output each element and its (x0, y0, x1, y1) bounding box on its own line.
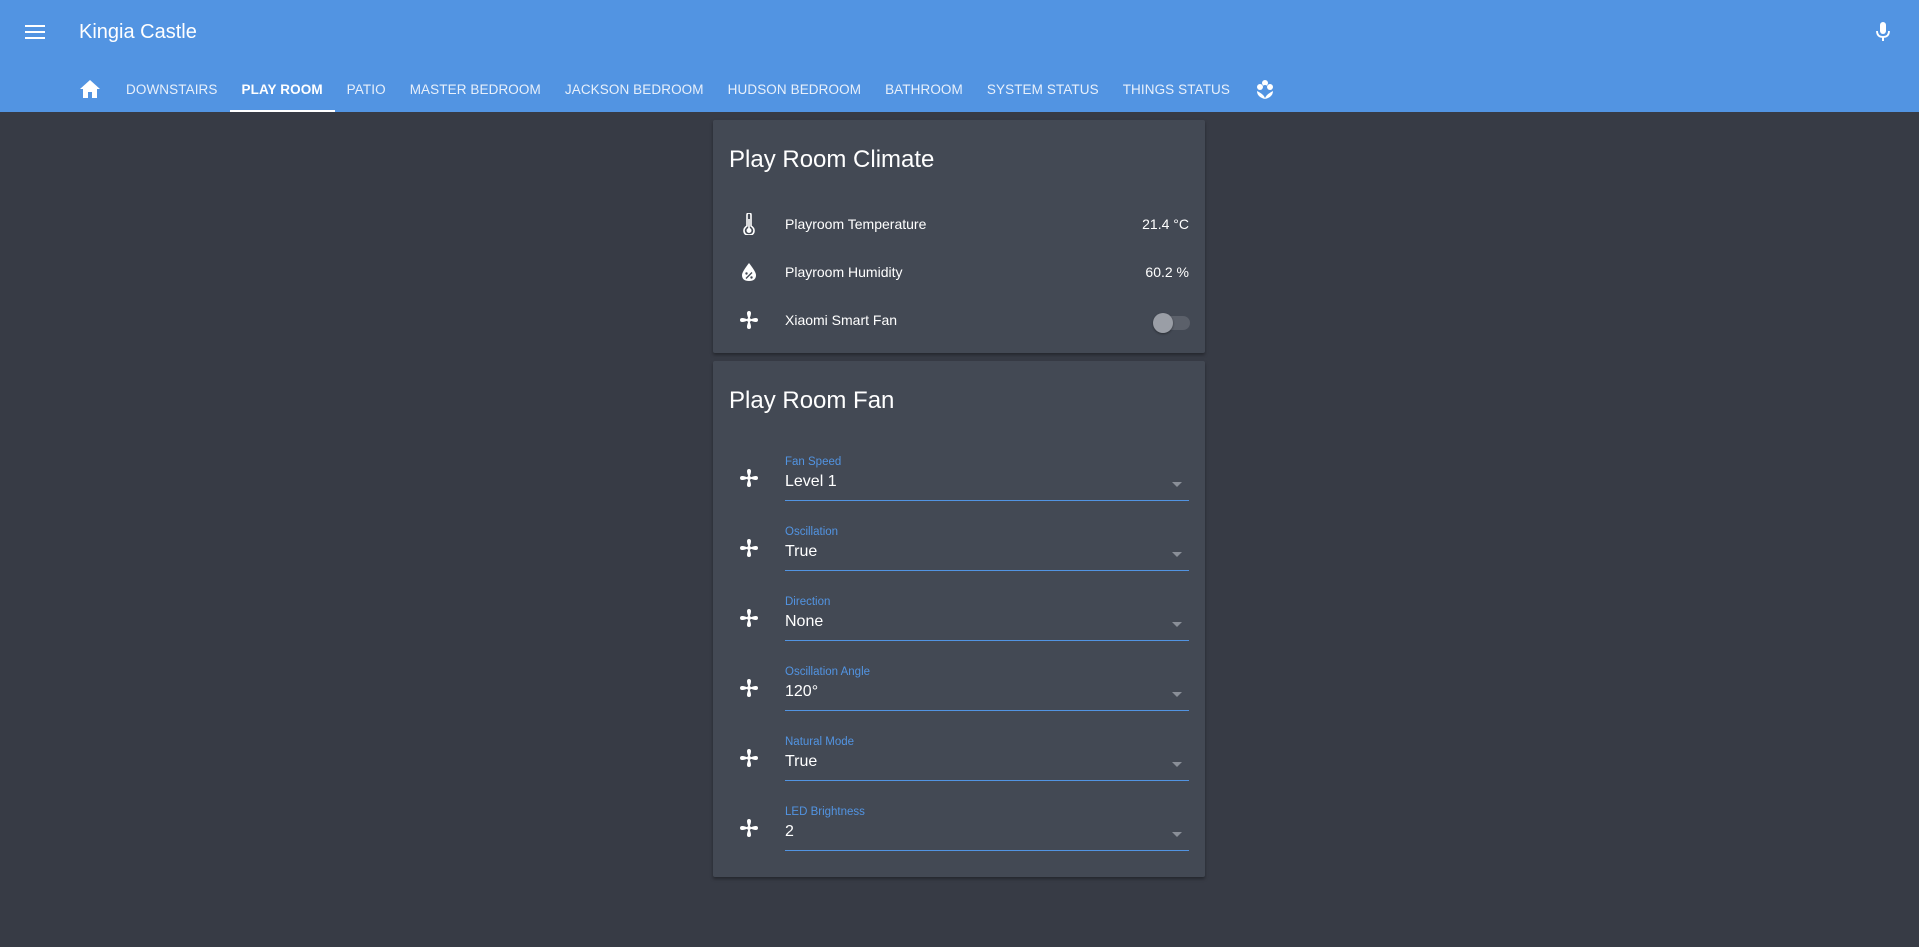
select-value: Level 1 (785, 472, 837, 490)
fan-icon (729, 598, 769, 638)
climate-card: Play Room Climate Playroom Temperature 2… (713, 120, 1205, 353)
tab-jackson-bedroom[interactable]: JACKSON BEDROOM (553, 66, 716, 112)
tab-downstairs[interactable]: DOWNSTAIRS (114, 66, 230, 112)
entity-row-humidity[interactable]: Playroom Humidity 60.2 % (713, 248, 1205, 296)
entity-state: 21.4 °C (1142, 216, 1189, 232)
select-label: Fan Speed (785, 455, 842, 468)
select-label: LED Brightness (785, 805, 865, 818)
dropdown-arrow-icon (1172, 831, 1182, 837)
tab-patio[interactable]: PATIO (335, 66, 398, 112)
tab-play-room[interactable]: PLAY ROOM (229, 66, 335, 112)
dropdown-arrow-icon (1172, 761, 1182, 767)
app-title: Kingia Castle (79, 21, 197, 43)
natural-mode-select[interactable]: Natural Mode True (785, 736, 1189, 781)
app-header: Kingia Castle DOWNSTAIRS PLAY ROOM PATIO… (0, 0, 1919, 112)
dropdown-arrow-icon (1172, 551, 1182, 557)
home-icon (80, 80, 100, 98)
select-value: None (785, 612, 824, 630)
dashboard-column: Play Room Climate Playroom Temperature 2… (713, 120, 1205, 885)
oscillation-select[interactable]: Oscillation True (785, 526, 1189, 571)
select-label: Natural Mode (785, 735, 855, 748)
select-value: True (785, 752, 818, 770)
fan-icon (729, 738, 769, 778)
fan-icon (729, 808, 769, 848)
water-percent-icon (729, 252, 769, 292)
led-brightness-select[interactable]: LED Brightness 2 (785, 806, 1189, 851)
toggle-thumb (1153, 313, 1173, 333)
entity-name: Playroom Humidity (785, 264, 903, 280)
menu-icon (25, 25, 45, 39)
fan-card: Play Room Fan Fan Speed Level 1 Oscillat… (713, 361, 1205, 877)
thermometer-icon (729, 204, 769, 244)
direction-select[interactable]: Direction None (785, 596, 1189, 641)
flower-icon (1257, 80, 1273, 99)
tab-bathroom[interactable]: BATHROOM (873, 66, 975, 112)
card-title: Play Room Climate (729, 146, 935, 173)
fan-icon (729, 300, 769, 340)
select-value: True (785, 542, 818, 560)
fan-toggle-switch[interactable] (1153, 310, 1190, 333)
select-value: 2 (785, 822, 794, 840)
microphone-icon (1876, 22, 1890, 41)
select-label: Oscillation Angle (785, 665, 871, 678)
entity-name: Xiaomi Smart Fan (785, 312, 898, 328)
oscillation-angle-select[interactable]: Oscillation Angle 120° (785, 666, 1189, 711)
dropdown-arrow-icon (1172, 621, 1182, 627)
tab-things-status[interactable]: THINGS STATUS (1111, 66, 1242, 112)
fan-icon (729, 668, 769, 708)
fan-icon (729, 528, 769, 568)
entity-row-smart-fan: Xiaomi Smart Fan (713, 296, 1205, 344)
fan-icon (729, 458, 769, 498)
tab-garden[interactable] (1242, 66, 1288, 112)
select-row-led-brightness: LED Brightness 2 (713, 793, 1205, 863)
select-row-fan-speed: Fan Speed Level 1 (713, 443, 1205, 513)
tab-home[interactable] (66, 66, 114, 112)
view-tabs: DOWNSTAIRS PLAY ROOM PATIO MASTER BEDROO… (66, 66, 1288, 112)
tab-system-status[interactable]: SYSTEM STATUS (975, 66, 1111, 112)
tab-hudson-bedroom[interactable]: HUDSON BEDROOM (716, 66, 873, 112)
entity-row-temperature[interactable]: Playroom Temperature 21.4 °C (713, 200, 1205, 248)
select-row-oscillation: Oscillation True (713, 513, 1205, 583)
menu-button[interactable] (20, 19, 50, 45)
select-row-oscillation-angle: Oscillation Angle 120° (713, 653, 1205, 723)
select-row-direction: Direction None (713, 583, 1205, 653)
card-title: Play Room Fan (729, 387, 895, 414)
entity-state: 60.2 % (1145, 264, 1189, 280)
dropdown-arrow-icon (1172, 481, 1182, 487)
select-label: Direction (785, 595, 831, 608)
select-value: 120° (785, 682, 819, 700)
fan-speed-select[interactable]: Fan Speed Level 1 (785, 456, 1189, 501)
tab-master-bedroom[interactable]: MASTER BEDROOM (398, 66, 553, 112)
entity-name: Playroom Temperature (785, 216, 927, 232)
select-row-natural-mode: Natural Mode True (713, 723, 1205, 793)
select-label: Oscillation (785, 525, 839, 538)
dropdown-arrow-icon (1172, 691, 1182, 697)
voice-command-button[interactable] (1870, 18, 1896, 46)
